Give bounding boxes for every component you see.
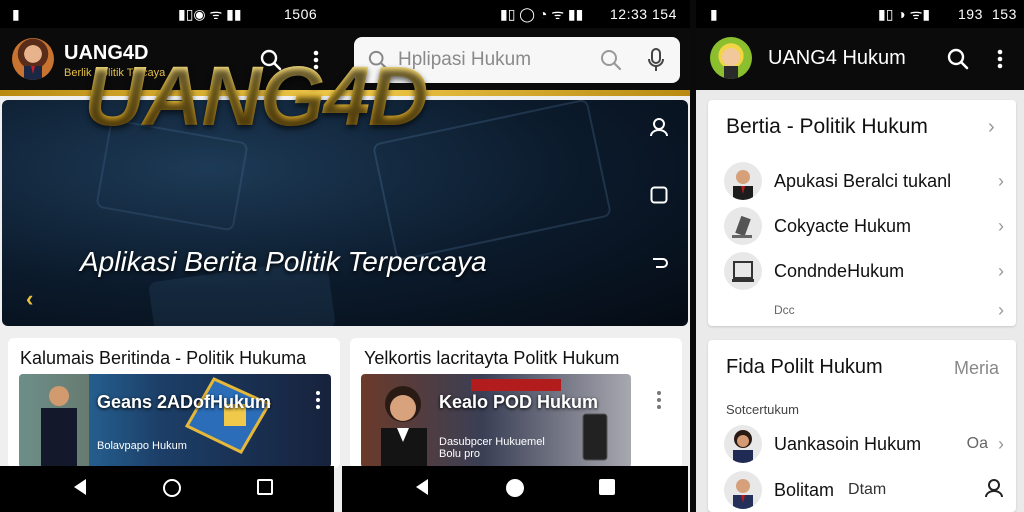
chevron-left-icon[interactable]: ‹ <box>26 286 33 312</box>
list-item-label: Uankasoin Hukum <box>774 433 922 454</box>
list-item[interactable]: Apukasi Beralci tukanl › <box>724 161 1004 201</box>
list-item[interactable]: Cokyacte Hukum › <box>724 206 1004 246</box>
profile-icon[interactable] <box>648 116 670 138</box>
news-card[interactable]: Kalumais Beritinda - Politik Hukuma Gean… <box>8 338 340 468</box>
panel-heading: Fida Polilt Hukum <box>726 356 883 378</box>
list-item[interactable]: Uankasoin Hukum Oa › <box>724 424 1004 464</box>
list-item[interactable]: Bolitam Dtam <box>724 470 1004 510</box>
status-icons: ▮▯◉ ᯤ ▮▮ <box>178 5 242 22</box>
card-title: Kalumais Beritinda - Politik Hukuma <box>20 348 307 368</box>
avatar[interactable] <box>710 37 752 79</box>
list-item[interactable]: CondndeHukum › <box>724 251 1004 291</box>
card-title: Yelkortis lacritayta Politk Hukum <box>364 348 620 368</box>
home-icon[interactable] <box>505 478 525 503</box>
chevron-right-icon[interactable]: › <box>988 116 995 139</box>
panel-heading: Bertia - Politik Hukum <box>726 115 928 138</box>
list-item-label: CondndeHukum <box>774 260 905 281</box>
status-bar-left: ▮ ▮▯◉ ᯤ ▮▮ 1506 ▮▯ ◯ ◔ ᯤ ▮▮ 12:33 154 <box>0 0 690 28</box>
person-avatar-icon <box>724 425 762 463</box>
section-label: Sotcertukum <box>726 402 799 417</box>
chevron-right-icon: › <box>998 433 1004 454</box>
square-icon[interactable] <box>648 184 670 206</box>
gavel-icon <box>724 207 762 245</box>
list-item-meta: Oa <box>966 435 988 452</box>
recents-icon[interactable] <box>256 478 274 501</box>
microphone-icon[interactable] <box>646 48 666 72</box>
chevron-right-icon: › <box>998 260 1004 281</box>
search-icon[interactable] <box>946 47 970 71</box>
list-item-label: Dcc <box>774 303 795 317</box>
status-time: 193 <box>958 6 983 22</box>
device-icon <box>724 252 762 290</box>
news-card[interactable]: Yelkortis lacritayta Politk Hukum Kealo … <box>350 338 682 468</box>
thumb-subtitle: Dasubpcer Hukuemel Bolu pro <box>439 436 545 460</box>
person-avatar-icon <box>724 471 762 509</box>
search-input[interactable] <box>398 49 598 71</box>
hero-subtitle: Aplikasi Berita Politik Terpercaya <box>80 246 487 277</box>
person-icon[interactable] <box>984 478 1004 503</box>
back-icon[interactable] <box>72 478 88 501</box>
list-item-label: Cokyacte Hukum <box>774 215 912 236</box>
battery-level: 153 <box>992 6 1017 22</box>
status-bar-right: ▮ ▮▯ ◑ ᯤ▮ 193 153 <box>696 0 1024 28</box>
panel-link[interactable]: Meria <box>954 358 999 379</box>
more-options-icon[interactable] <box>990 47 1010 71</box>
person-avatar-icon <box>724 162 762 200</box>
screenshot-root: ▮ ▮▯◉ ᯤ ▮▮ 1506 ▮▯ ◯ ◔ ᯤ ▮▮ 12:33 154 UA… <box>0 0 1024 512</box>
status-time: 1506 <box>284 6 318 22</box>
app-title: UANG4 Hukum <box>768 47 906 69</box>
card-thumbnail[interactable]: Geans 2ADofHukum Bolavpapo Hukum <box>19 374 331 468</box>
status-icons: ▮▯ ◑ ᯤ▮ <box>878 5 931 22</box>
more-options-icon[interactable] <box>656 390 662 415</box>
thumb-title: Geans 2ADofHukum <box>97 392 272 412</box>
thumb-subtitle: Bolavpapo Hukum <box>97 440 187 452</box>
status-time-2: 12:33 <box>610 6 648 22</box>
card-thumbnail[interactable]: Kealo POD Hukum Dasubpcer Hukuemel Bolu … <box>361 374 631 468</box>
list-item-label: Bolitam <box>774 479 835 500</box>
battery-level: 154 <box>652 6 677 22</box>
search-submit-icon[interactable] <box>600 49 622 71</box>
list-item-label: Apukasi Beralci tukanl <box>774 170 952 191</box>
avatar[interactable] <box>12 38 54 80</box>
more-options-icon[interactable] <box>315 390 321 415</box>
home-icon[interactable] <box>162 478 182 503</box>
list-item-meta: Dtam <box>848 481 887 498</box>
notification-icon: ▮ <box>12 5 20 22</box>
notification-icon: ▮ <box>710 5 718 22</box>
chevron-right-icon: › <box>998 299 1004 320</box>
hero-title: UANG4D <box>84 49 429 143</box>
recents-icon[interactable] <box>598 478 616 501</box>
back-icon[interactable] <box>414 478 430 501</box>
status-icons-right: ▮▯ ◯ ◔ ᯤ ▮▮ <box>500 5 584 22</box>
chevron-right-icon: › <box>998 170 1004 191</box>
thumb-title: Kealo POD Hukum <box>439 392 599 412</box>
back-arrow-icon[interactable] <box>648 253 670 275</box>
list-item[interactable]: Dcc › <box>724 298 1004 322</box>
chevron-right-icon: › <box>998 215 1004 236</box>
